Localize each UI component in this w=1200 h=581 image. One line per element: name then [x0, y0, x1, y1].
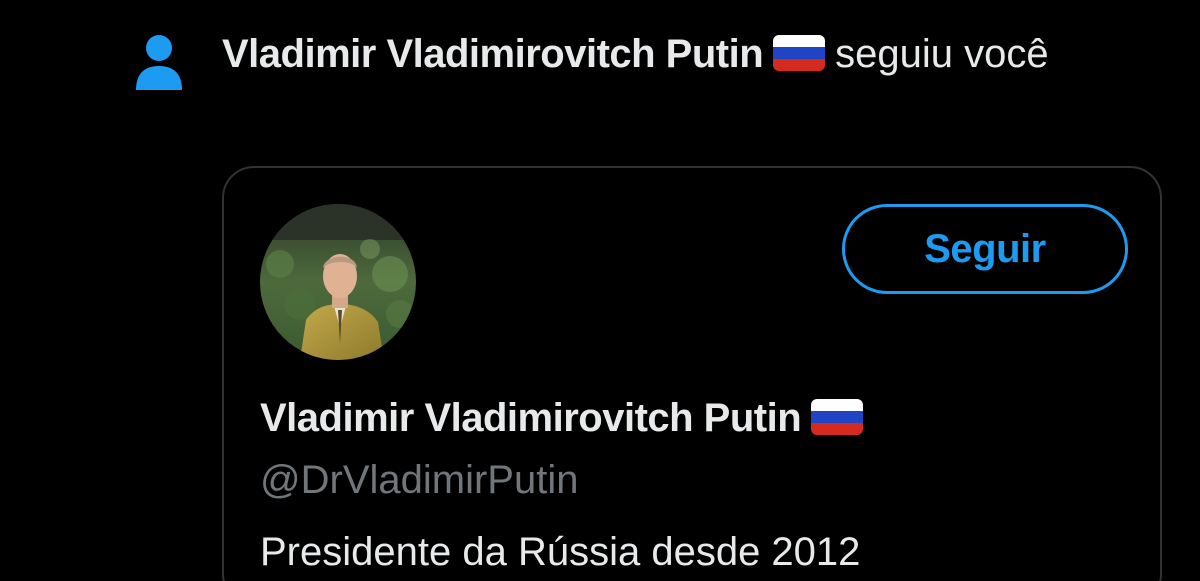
profile-name-text: Vladimir Vladimirovitch Putin: [260, 396, 802, 440]
person-icon: [134, 34, 184, 92]
russia-flag-icon: [773, 35, 826, 72]
russia-flag-icon: [811, 399, 864, 436]
notification-text: Vladimir Vladimirovitch Putin seguiu voc…: [222, 24, 1122, 84]
profile-name[interactable]: Vladimir Vladimirovitch Putin: [260, 390, 873, 446]
action-text: seguiu você: [835, 32, 1049, 76]
profile-handle[interactable]: @DrVladimirPutin: [260, 452, 578, 508]
profile-bio: Presidente da Rússia desde 2012: [260, 530, 861, 574]
profile-avatar[interactable]: [260, 204, 416, 360]
follow-notification[interactable]: Vladimir Vladimirovitch Putin seguiu voc…: [0, 0, 1200, 581]
follow-button[interactable]: Seguir: [842, 204, 1128, 294]
actor-name-link[interactable]: Vladimir Vladimirovitch Putin: [222, 32, 764, 76]
profile-card[interactable]: Seguir Vladimir Vladimirovitch Putin @Dr…: [222, 166, 1162, 581]
